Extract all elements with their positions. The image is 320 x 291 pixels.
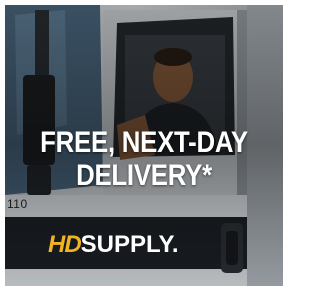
headline-line-1: FREE, NEXT-DAY (40, 126, 248, 159)
logo-hd-text: HD (48, 231, 82, 258)
hd-supply-logo: HD SUPPLY. (48, 231, 179, 259)
logo-supply-text: SUPPLY. (80, 231, 179, 258)
truck-number: 110 (7, 197, 28, 211)
headline-line-2: DELIVERY* (76, 159, 212, 192)
promo-banner[interactable]: 110 HD SUPPLY. FREE, NEXT-DAY DELIVERY* (5, 5, 283, 286)
